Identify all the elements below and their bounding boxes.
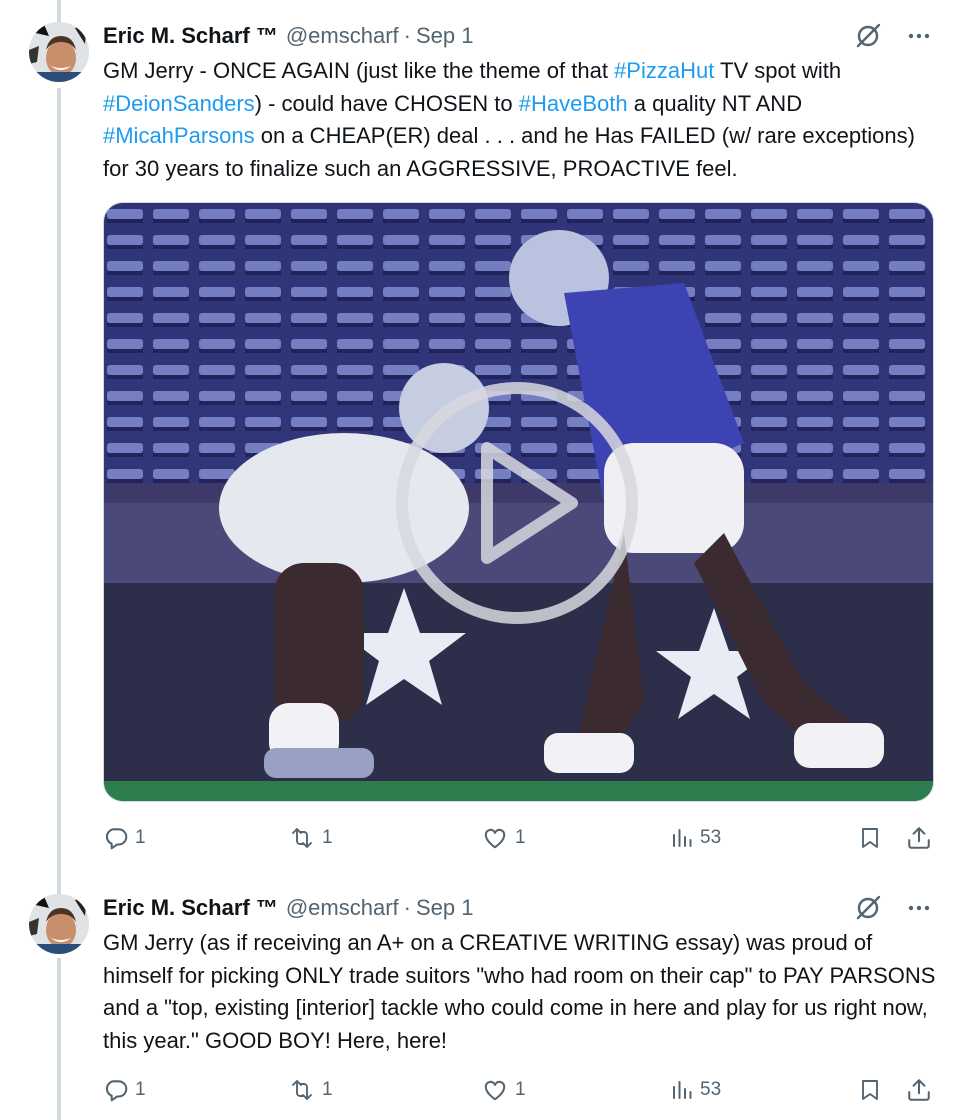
- separator: ·: [403, 23, 411, 48]
- author-handle[interactable]: @emscharf: [286, 23, 399, 49]
- bookmark-button[interactable]: [858, 1070, 882, 1110]
- repost-count: 1: [322, 1079, 333, 1100]
- timestamp[interactable]: Sep 1: [416, 895, 474, 921]
- repost-button[interactable]: 1: [288, 1070, 333, 1110]
- avatar[interactable]: [29, 22, 89, 82]
- reply-icon[interactable]: [103, 825, 129, 851]
- author-name[interactable]: Eric M. Scharf ™: [103, 23, 278, 49]
- tweet-top-actions: [854, 892, 932, 924]
- like-icon[interactable]: [481, 825, 509, 851]
- more-icon[interactable]: [906, 895, 932, 921]
- hashtag-link[interactable]: #MicahParsons: [103, 123, 255, 148]
- hashtag-link[interactable]: #DeionSanders: [103, 91, 255, 116]
- reply-icon[interactable]: [103, 1077, 129, 1103]
- repost-count: 1: [322, 827, 333, 848]
- share-icon[interactable]: [906, 825, 932, 851]
- like-count: 1: [515, 1079, 526, 1100]
- tweet-top-actions: [854, 20, 932, 52]
- tweet-actions: 1 1 1 53: [103, 1070, 933, 1110]
- author-name[interactable]: Eric M. Scharf ™: [103, 895, 278, 921]
- avatar[interactable]: [29, 894, 89, 954]
- grok-slash-icon[interactable]: [854, 22, 882, 50]
- reply-count: 1: [135, 1079, 146, 1100]
- hashtag-link[interactable]: #HaveBoth: [519, 91, 628, 116]
- video-thumbnail: [104, 203, 933, 801]
- repost-button[interactable]: 1: [288, 818, 333, 858]
- tweet-text-segment: ) - could have CHOSEN to: [254, 90, 519, 116]
- bookmark-icon[interactable]: [858, 1077, 882, 1103]
- timestamp[interactable]: Sep 1: [416, 23, 474, 49]
- repost-icon[interactable]: [288, 825, 316, 851]
- views-button[interactable]: 53: [670, 1070, 721, 1110]
- author-handle[interactable]: @emscharf: [286, 895, 399, 921]
- tweet-text: GM Jerry (as if receiving an A+ on a CRE…: [103, 930, 936, 1053]
- repost-icon[interactable]: [288, 1077, 316, 1103]
- like-icon[interactable]: [481, 1077, 509, 1103]
- share-icon[interactable]: [906, 1077, 932, 1103]
- bookmark-icon[interactable]: [858, 825, 882, 851]
- views-button[interactable]: 53: [670, 818, 721, 858]
- tweet-header: Eric M. Scharf ™ @emscharf · Sep 1: [103, 20, 473, 52]
- hashtag-link[interactable]: #PizzaHut: [614, 58, 714, 83]
- reply-count: 1: [135, 827, 146, 848]
- tweet-text: GM Jerry - ONCE AGAIN (just like the the…: [103, 55, 943, 185]
- tweet-text-segment: GM Jerry - ONCE AGAIN (just like the the…: [103, 58, 615, 83]
- more-icon[interactable]: [906, 23, 932, 49]
- views-icon[interactable]: [670, 1077, 694, 1103]
- separator: ·: [403, 895, 411, 920]
- views-icon[interactable]: [670, 825, 694, 851]
- video-player[interactable]: [103, 202, 934, 802]
- like-count: 1: [515, 827, 526, 848]
- bookmark-button[interactable]: [858, 818, 882, 858]
- like-button[interactable]: 1: [481, 818, 526, 858]
- share-button[interactable]: [906, 1070, 932, 1110]
- tweet-text-segment: a quality NT AND: [627, 90, 803, 116]
- tweet-text-segment: TV spot with: [714, 58, 842, 83]
- thread-line: [57, 88, 61, 894]
- share-button[interactable]: [906, 818, 932, 858]
- thread-line: [57, 0, 61, 22]
- reply-button[interactable]: 1: [103, 1070, 146, 1110]
- views-count: 53: [700, 827, 722, 848]
- reply-button[interactable]: 1: [103, 818, 146, 858]
- tweet-actions: 1 1 1 53: [103, 818, 933, 858]
- views-count: 53: [700, 1079, 722, 1100]
- tweet-header: Eric M. Scharf ™ @emscharf · Sep 1: [103, 892, 473, 924]
- grok-slash-icon[interactable]: [854, 894, 882, 922]
- like-button[interactable]: 1: [481, 1070, 526, 1110]
- thread-line: [57, 958, 61, 1120]
